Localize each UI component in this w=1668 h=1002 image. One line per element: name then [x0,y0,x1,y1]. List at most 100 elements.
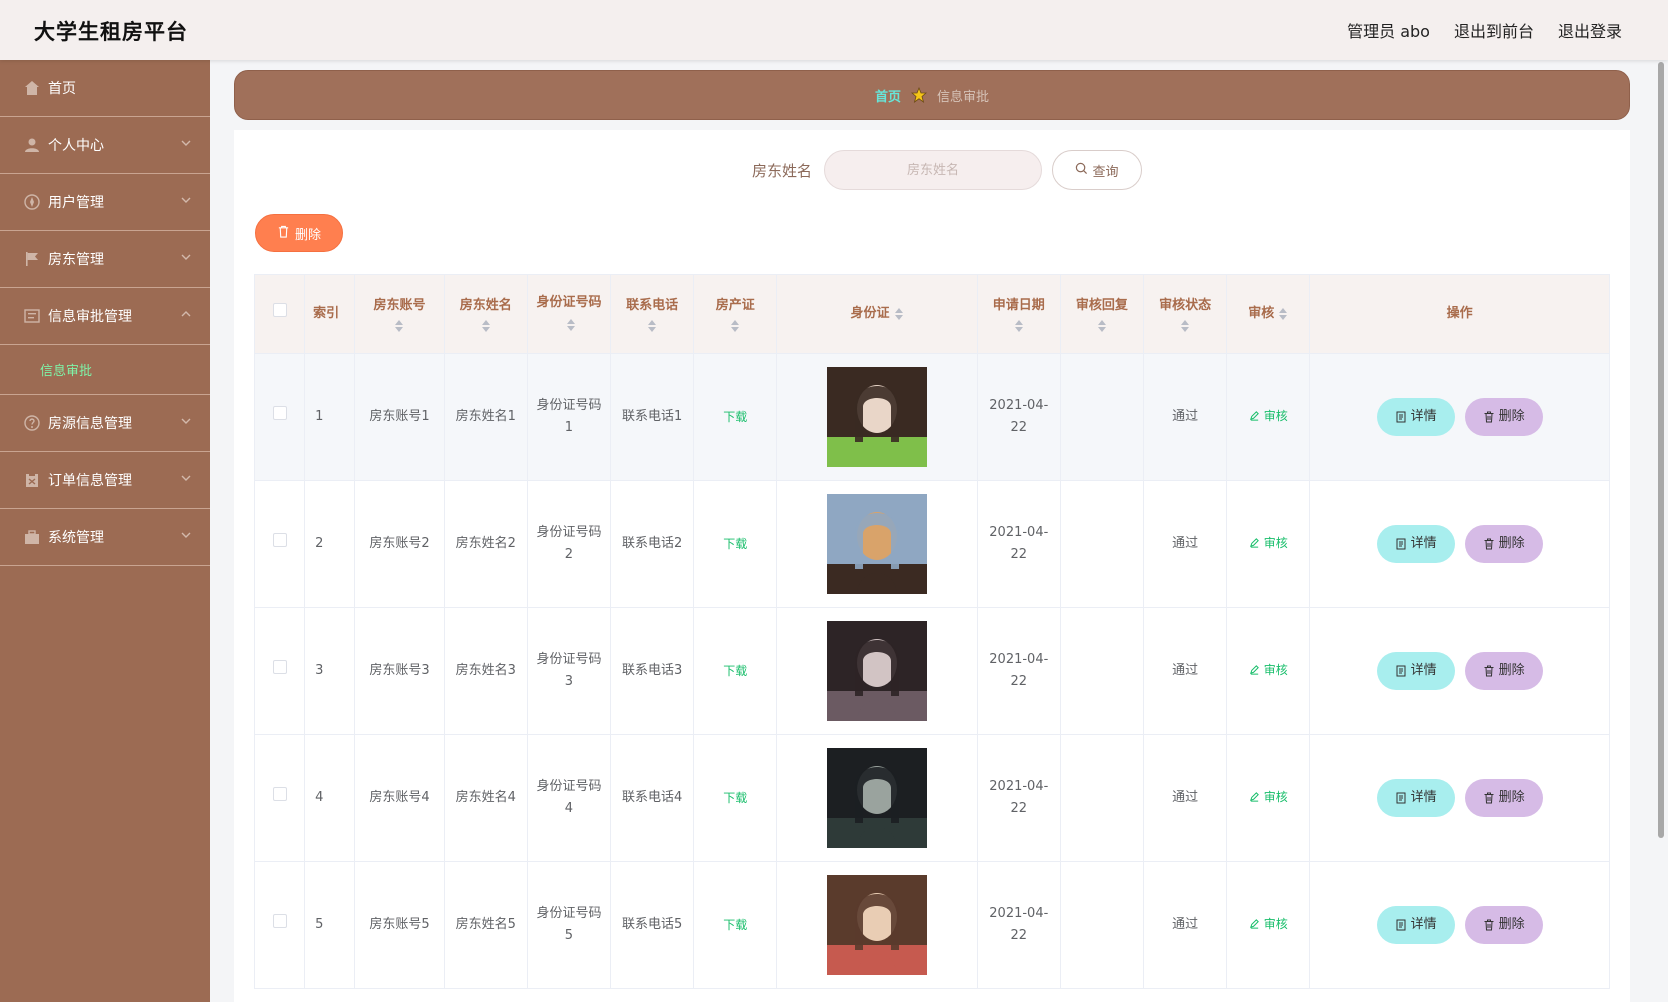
sidebar-item-order-management[interactable]: 订单信息管理 [0,452,210,509]
page-scrollbar[interactable] [1656,60,1666,930]
header-id-number[interactable]: 身份证号码 [526,274,612,354]
sort-icon[interactable] [481,319,491,333]
document-icon [1396,919,1406,931]
header-landlord-account[interactable]: 房东账号 [354,274,445,354]
cell-phone: 联系电话3 [610,607,695,735]
main-panel: 房东姓名 查询 删除 索引 房东账号 房东姓名 身份证号码 联系电话 [234,130,1630,1002]
detail-button-label: 详情 [1410,917,1437,932]
sort-icon[interactable] [730,319,740,333]
delete-button[interactable]: 删除 [1464,779,1543,817]
row-checkbox[interactable] [272,533,287,547]
detail-button[interactable]: 详情 [1376,398,1455,436]
download-link[interactable]: 下载 [723,410,747,424]
cell-audit: 审核 [1226,353,1311,481]
table-row[interactable]: 2 房东账号2 房东姓名2 身份证号码2 联系电话2 下载 2021-04-22 通过 审核 详情… [253,480,1610,608]
audit-link[interactable]: 审核 [1249,913,1288,935]
detail-button[interactable]: 详情 [1376,525,1455,563]
delete-button[interactable]: 删除 [1464,525,1543,563]
sort-icon[interactable] [394,319,404,333]
audit-link[interactable]: 审核 [1249,405,1288,427]
sort-icon[interactable] [1014,319,1024,333]
header-label: 身份证号码 [536,295,602,310]
id-card-photo[interactable] [827,494,927,594]
row-select-cell [253,861,306,989]
delete-button[interactable]: 删除 [1464,906,1543,944]
header-label: 房东姓名 [459,298,512,313]
sort-icon[interactable] [647,319,657,333]
id-card-photo[interactable] [827,621,927,721]
select-all-checkbox[interactable] [272,303,287,317]
detail-button[interactable]: 详情 [1376,652,1455,690]
header-landlord-name[interactable]: 房东姓名 [443,274,528,354]
download-link[interactable]: 下载 [723,664,747,678]
header-index: 索引 [304,274,356,354]
sort-icon[interactable] [1180,319,1190,333]
audit-link[interactable]: 审核 [1249,786,1288,808]
delete-button[interactable]: 删除 [1464,652,1543,690]
exit-to-front-link[interactable]: 退出到前台 [1454,18,1534,42]
sort-icon[interactable] [1278,307,1288,321]
header-phone[interactable]: 联系电话 [610,274,695,354]
id-card-photo[interactable] [827,748,927,848]
chevron-down-icon [180,529,192,541]
breadcrumb-home-link[interactable]: 首页 [875,86,901,105]
table-row[interactable]: 4 房东账号4 房东姓名4 身份证号码4 联系电话4 下载 2021-04-22 通过 审核 详情… [253,734,1610,862]
audit-link[interactable]: 审核 [1249,659,1288,681]
table-row[interactable]: 5 房东账号5 房东姓名5 身份证号码5 联系电话5 下载 2021-04-22 通过 审核 详情… [253,861,1610,989]
delete-button[interactable]: 删除 [1464,398,1543,436]
download-link[interactable]: 下载 [723,918,747,932]
scrollbar-thumb[interactable] [1658,62,1664,838]
sort-icon[interactable] [566,318,576,332]
sidebar-item-home[interactable]: 首页 [0,60,210,117]
sidebar-item-personal-center[interactable]: 个人中心 [0,117,210,174]
trash-icon [1484,411,1494,423]
cell-landlord-name: 房东姓名3 [443,607,528,735]
header-audit-status[interactable]: 审核状态 [1142,274,1228,354]
row-checkbox[interactable] [272,406,287,420]
id-card-photo[interactable] [827,367,927,467]
suitcase-icon [24,529,40,545]
edit-icon [1249,792,1259,802]
sidebar-item-label: 房东管理 [48,252,104,268]
sidebar-item-info-approval-management[interactable]: 信息审批管理 [0,288,210,345]
id-card-photo[interactable] [827,875,927,975]
logout-link[interactable]: 退出登录 [1558,18,1622,42]
header-property-deed[interactable]: 房产证 [693,274,778,354]
table-row[interactable]: 1 房东账号1 房东姓名1 身份证号码1 联系电话1 下载 2021-04-22 通过 审核 详情… [253,353,1610,481]
sidebar-item-user-management[interactable]: 用户管理 [0,174,210,231]
detail-button[interactable]: 详情 [1376,906,1455,944]
row-checkbox[interactable] [272,787,287,801]
sidebar-item-system-management[interactable]: 系统管理 [0,509,210,566]
download-link[interactable]: 下载 [723,791,747,805]
header-id-card[interactable]: 身份证 [776,274,978,354]
admin-user-label[interactable]: 管理员 abo [1347,18,1430,42]
sidebar-item-landlord-management[interactable]: 房东管理 [0,231,210,288]
audit-link[interactable]: 审核 [1249,532,1288,554]
cell-phone: 联系电话2 [610,480,695,608]
landlord-name-search-input[interactable] [824,150,1042,190]
cell-index: 1 [304,353,356,481]
flag-icon [24,251,40,267]
detail-button[interactable]: 详情 [1376,779,1455,817]
header-audit[interactable]: 审核 [1226,274,1311,354]
table-row[interactable]: 3 房东账号3 房东姓名3 身份证号码3 联系电话3 下载 2021-04-22 通过 审核 详情… [253,607,1610,735]
sort-icon[interactable] [1097,319,1107,333]
cell-id-card [776,607,978,735]
clipboard-icon [24,472,40,488]
header-apply-date[interactable]: 申请日期 [976,274,1061,354]
header-audit-reply[interactable]: 审核回复 [1059,274,1145,354]
delete-button-label: 删除 [1498,409,1525,424]
cell-id-card [776,353,978,481]
sort-icon[interactable] [894,307,904,321]
download-link[interactable]: 下载 [723,537,747,551]
app-title: 大学生租房平台 [34,20,188,44]
bulk-delete-button[interactable]: 删除 [255,214,343,252]
header-operations: 操作 [1309,274,1610,354]
cell-apply-date: 2021-04-22 [976,734,1061,862]
sidebar-item-listing-management[interactable]: 房源信息管理 [0,395,210,452]
sidebar-subitem-info-approval[interactable]: 信息审批 [0,345,210,395]
search-button[interactable]: 查询 [1052,150,1142,190]
row-checkbox[interactable] [272,914,287,928]
cell-operations: 详情 删除 [1309,607,1610,735]
row-checkbox[interactable] [272,660,287,674]
